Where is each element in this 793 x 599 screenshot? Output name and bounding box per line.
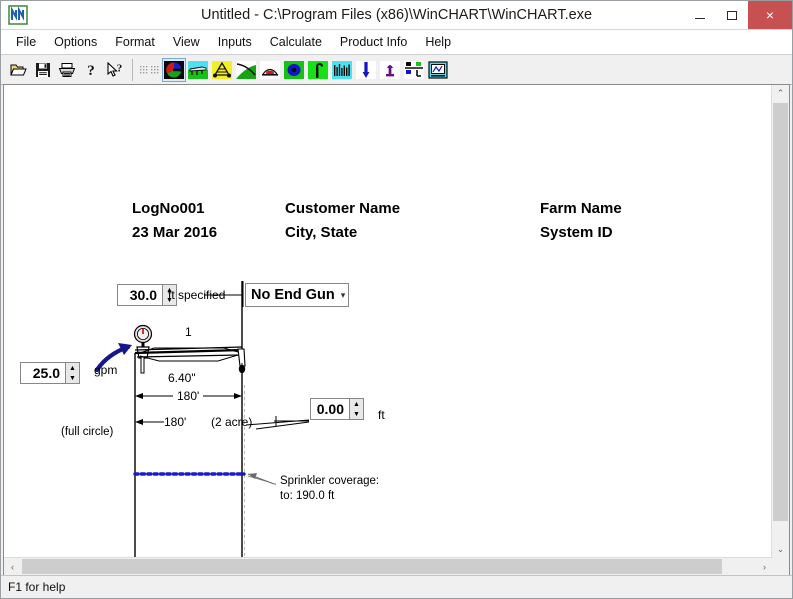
grid-button[interactable] [138, 58, 162, 82]
winchart-window: Untitled - C:\Program Files (x86)\WinCHA… [0, 0, 793, 599]
pivot-schematic-lines [94, 281, 310, 572]
overhang-spinner[interactable]: 0.00 ▲ ▼ [310, 398, 364, 420]
radius-length-label: 180' [164, 415, 187, 429]
flow-rate-spin-buttons[interactable]: ▲ ▼ [66, 362, 80, 384]
coverage-note-line-1: Sprinkler coverage: [280, 475, 380, 487]
scroll-right-icon[interactable]: › [756, 558, 773, 575]
menu-options[interactable]: Options [45, 32, 106, 52]
about-button[interactable]: ? [79, 58, 103, 82]
minimize-icon [695, 17, 705, 19]
flow-rate-spinner[interactable]: 25.0 ▲ ▼ [20, 362, 80, 384]
context-help-button[interactable]: ? [103, 58, 127, 82]
menu-bar: File Options Format View Inputs Calculat… [1, 30, 792, 55]
vertical-scroll-thumb[interactable] [773, 103, 788, 521]
tower-button[interactable] [210, 58, 234, 82]
window-controls: × [684, 1, 792, 29]
system-id-label: System ID [540, 224, 613, 241]
svg-text:?: ? [117, 62, 123, 74]
menu-view[interactable]: View [164, 32, 209, 52]
window-title: Untitled - C:\Program Files (x86)\WinCHA… [200, 7, 593, 23]
customer-name-label: Customer Name [285, 200, 401, 217]
overhang-spin-buttons[interactable]: ▲ ▼ [350, 398, 364, 420]
pivot-height-unit-label: ft specified [168, 288, 226, 302]
print-button[interactable] [55, 58, 79, 82]
horizontal-scrollbar[interactable]: ‹ › [4, 557, 773, 575]
regulator-button[interactable] [378, 58, 402, 82]
tool-bar: ? ? [1, 55, 792, 85]
sprinkler-chart-button[interactable] [282, 58, 306, 82]
log-number-label: LogNo001 [132, 200, 205, 217]
scrollbar-corner [772, 558, 789, 575]
coverage-note-line-2: to: 190.0 ft [280, 490, 335, 502]
pivot-height-value[interactable]: 30.0 [117, 284, 163, 306]
pivot-drawing-canvas: LogNo001 23 Mar 2016 Customer Name City,… [4, 85, 773, 575]
end-gun-dropdown[interactable]: No End Gun ▾ [245, 283, 349, 307]
maximize-icon [727, 10, 737, 20]
scroll-down-icon[interactable]: ⌄ [772, 541, 789, 558]
menu-calculate[interactable]: Calculate [261, 32, 331, 52]
title-bar: Untitled - C:\Program Files (x86)\WinCHA… [1, 1, 792, 30]
span-number-label: 1 [185, 325, 192, 339]
city-state-label: City, State [285, 224, 358, 241]
flow-rate-spin-down[interactable]: ▼ [66, 373, 79, 383]
flow-rate-spin-up[interactable]: ▲ [66, 363, 79, 373]
date-label: 23 Mar 2016 [132, 224, 218, 241]
nozzle-button[interactable] [354, 58, 378, 82]
menu-help[interactable]: Help [416, 32, 460, 52]
maximize-button[interactable] [716, 1, 748, 29]
vertical-scrollbar[interactable]: ⌃ ⌄ [771, 85, 789, 558]
flow-rate-value[interactable]: 25.0 [20, 362, 66, 384]
document-client-area: LogNo001 23 Mar 2016 Customer Name City,… [3, 84, 790, 576]
overhang-value[interactable]: 0.00 [310, 398, 350, 420]
overhang-unit-label: ft [378, 408, 385, 422]
toolbar-separator [132, 58, 133, 81]
rotation-label: (full circle) [61, 426, 114, 438]
menu-inputs[interactable]: Inputs [209, 32, 261, 52]
toolbar-file-group: ? ? [7, 58, 127, 82]
pipe-profile-button[interactable] [186, 58, 210, 82]
span-curve-button[interactable] [234, 58, 258, 82]
summary-button[interactable] [402, 58, 426, 82]
end-gun-value: No End Gun [251, 287, 335, 303]
horizontal-scroll-thumb[interactable] [22, 559, 722, 574]
flow-rate-unit-label: gpm [94, 363, 118, 377]
report-button[interactable] [426, 58, 450, 82]
menu-file[interactable]: File [7, 32, 45, 52]
open-button[interactable] [7, 58, 31, 82]
save-button[interactable] [31, 58, 55, 82]
winchart-logo-icon [6, 4, 30, 26]
chevron-down-icon: ▾ [340, 289, 346, 300]
pipe-diameter-label: 6.40" [168, 371, 196, 385]
scroll-left-icon[interactable]: ‹ [4, 558, 21, 575]
status-message: F1 for help [8, 580, 66, 594]
pressure-profile-button[interactable] [330, 58, 354, 82]
close-button[interactable]: × [748, 1, 792, 29]
minimize-button[interactable] [684, 1, 716, 29]
end-gun-button[interactable] [258, 58, 282, 82]
overhang-spin-up[interactable]: ▲ [350, 399, 363, 409]
span-length-label: 180' [173, 389, 204, 403]
menu-format[interactable]: Format [106, 32, 164, 52]
farm-name-label: Farm Name [540, 200, 622, 217]
scroll-up-icon[interactable]: ⌃ [772, 85, 789, 102]
drop-tube-button[interactable] [306, 58, 330, 82]
toolbar-view-group [138, 57, 450, 82]
overhang-spin-down[interactable]: ▼ [350, 409, 363, 419]
menu-product-info[interactable]: Product Info [331, 32, 416, 52]
area-label: (2 acre) [211, 415, 253, 429]
svg-text:?: ? [87, 63, 95, 78]
status-bar: F1 for help [1, 575, 792, 598]
plan-view-button[interactable] [162, 57, 186, 82]
